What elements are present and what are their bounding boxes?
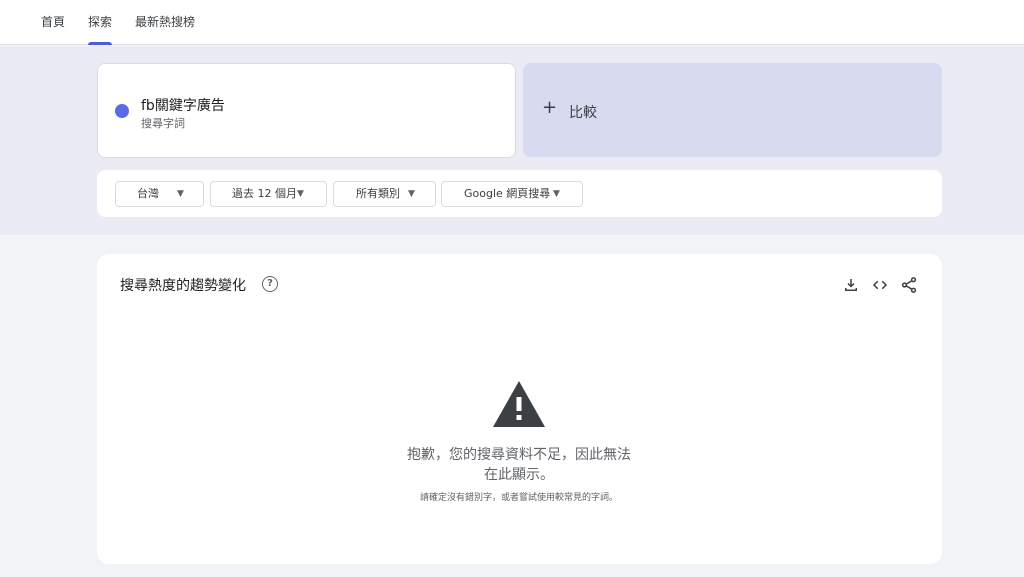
dropdown-arrow-icon: ▼	[553, 189, 560, 199]
tab-trending-now[interactable]: 最新熱搜榜	[135, 0, 195, 45]
error-message-line-1: 抱歉，您的搜尋資料不足，因此無法	[407, 447, 631, 463]
region-filter-value: 台灣	[137, 187, 159, 200]
search-term-card[interactable]: fb關鍵字廣告 搜尋字詞	[97, 63, 516, 158]
term-color-dot	[115, 104, 129, 118]
dropdown-arrow-icon: ▼	[408, 189, 415, 199]
error-message-line-2: 在此顯示。	[484, 467, 554, 483]
embed-code-icon[interactable]	[871, 276, 889, 294]
share-icon[interactable]	[900, 276, 918, 294]
top-navigation: 首頁 探索 最新熱搜榜	[0, 0, 1024, 45]
help-icon[interactable]: ?	[262, 276, 278, 292]
download-icon[interactable]	[842, 276, 860, 294]
compare-button[interactable]: + 比較	[523, 63, 942, 157]
error-hint: 請確定沒有錯別字，或者嘗試使用較常見的字詞。	[419, 493, 618, 503]
time-range-filter-value: 過去 12 個月	[232, 187, 297, 200]
time-range-filter[interactable]: 過去 12 個月 ▼	[210, 181, 327, 207]
category-filter-value: 所有類別	[356, 187, 400, 200]
filter-bar: 台灣 ▼ 過去 12 個月 ▼ 所有類別 ▼ Google 網頁搜尋 ▼	[97, 170, 942, 217]
tab-explore[interactable]: 探索	[88, 0, 113, 45]
region-filter[interactable]: 台灣 ▼	[115, 181, 204, 207]
search-type-filter[interactable]: Google 網頁搜尋 ▼	[441, 181, 583, 207]
dropdown-arrow-icon: ▼	[297, 189, 304, 199]
warning-icon	[493, 381, 545, 427]
category-filter[interactable]: 所有類別 ▼	[333, 181, 436, 207]
search-type-filter-value: Google 網頁搜尋	[464, 187, 551, 200]
compare-label: 比較	[569, 105, 597, 121]
section-title: 搜尋熱度的趨勢變化	[120, 278, 246, 294]
error-message: 抱歉，您的搜尋資料不足，因此無法 在此顯示。	[369, 445, 669, 485]
dropdown-arrow-icon: ▼	[177, 189, 184, 199]
term-name[interactable]: fb關鍵字廣告	[141, 95, 225, 115]
tab-home[interactable]: 首頁	[41, 0, 65, 45]
term-type-label: 搜尋字詞	[141, 117, 185, 130]
plus-icon: +	[542, 97, 558, 118]
interest-over-time-card: 搜尋熱度的趨勢變化 ? 抱歉，您的搜尋資料不足，因此無法 在此顯示。 請確定沒有…	[97, 254, 942, 564]
